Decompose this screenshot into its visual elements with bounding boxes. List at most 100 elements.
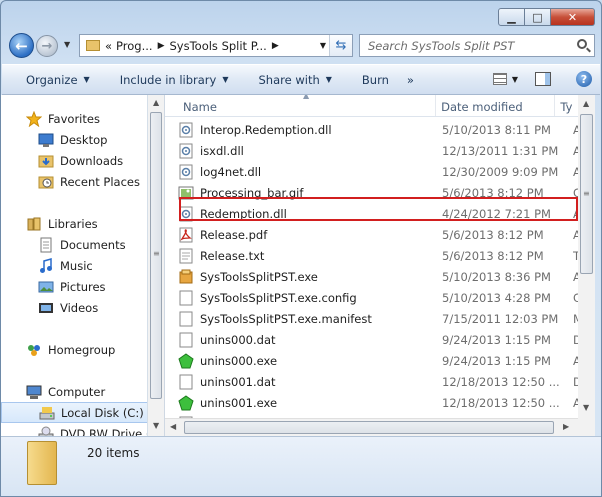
dll-icon bbox=[178, 206, 194, 222]
view-options-dropdown[interactable]: ▼ bbox=[512, 75, 518, 84]
file-row[interactable]: Interop.Redemption.dll 5/10/2013 8:11 PM A… bbox=[178, 119, 578, 140]
file-list-vertical-scrollbar[interactable]: ▲ ≡ ▼ bbox=[578, 95, 595, 436]
file-row[interactable]: Processing_bar.gif5/6/2013 8:12 PMGI bbox=[178, 182, 578, 203]
sidebar-item-local-disk-c[interactable]: Local Disk (C:) bbox=[1, 402, 147, 423]
forward-button[interactable]: → bbox=[36, 35, 58, 57]
forward-arrow-icon: → bbox=[41, 38, 53, 54]
file-row[interactable]: SysToolsSplitPST.exe.manifest 7/15/2011 1… bbox=[178, 308, 578, 329]
sidebar-item-computer[interactable]: Computer bbox=[1, 381, 147, 402]
organize-label: Organize bbox=[26, 72, 78, 87]
exe-app-icon bbox=[178, 269, 194, 285]
sidebar-item-libraries[interactable]: Libraries bbox=[1, 213, 147, 234]
search-input[interactable] bbox=[368, 38, 594, 53]
file-row[interactable]: unins001.dat12/18/2013 12:50 ...DA bbox=[178, 371, 578, 392]
grip-icon: ≡ bbox=[583, 189, 590, 198]
file-row[interactable]: SysToolsSplitPST.exe.config 5/10/2013 4:2… bbox=[178, 287, 578, 308]
sidebar-item-videos[interactable]: Videos bbox=[1, 297, 147, 318]
more-commands-button[interactable]: » bbox=[399, 73, 424, 87]
minimize-button[interactable]: ▁ bbox=[498, 8, 525, 26]
sidebar-item-recent-places[interactable]: Recent Places bbox=[1, 171, 147, 192]
file-row[interactable]: Redemption.dll4/24/2012 7:21 PMAp bbox=[178, 203, 578, 224]
sidebar-item-downloads[interactable]: Downloads bbox=[1, 150, 147, 171]
scroll-right-icon[interactable]: ▶ bbox=[563, 422, 569, 431]
close-button[interactable]: ✕ bbox=[551, 8, 595, 26]
column-headers: ▲ Name Date modified Ty bbox=[165, 95, 578, 117]
navigation-scroll-thumb[interactable]: ≡ bbox=[150, 112, 162, 399]
item-count: 20 items bbox=[87, 446, 140, 460]
maximize-button[interactable]: □ bbox=[525, 8, 551, 26]
pdf-icon bbox=[178, 227, 194, 243]
breadcrumb-current-folder[interactable]: SysTools Split P... bbox=[169, 39, 266, 53]
file-name: SysToolsSplitPST.exe bbox=[200, 269, 318, 284]
scroll-down-icon[interactable]: ▼ bbox=[583, 403, 589, 412]
breadcrumb-separator-icon[interactable]: ▶ bbox=[158, 41, 165, 51]
file-date-modified: 7/15/2011 12:03 PM bbox=[442, 311, 559, 326]
organize-button[interactable]: Organize ▼ bbox=[2, 73, 100, 87]
scroll-left-icon[interactable]: ◀ bbox=[170, 422, 176, 431]
sidebar-item-label: Favorites bbox=[48, 111, 100, 126]
breadcrumb-overflow[interactable]: « bbox=[105, 39, 112, 53]
search-icon[interactable] bbox=[577, 39, 587, 49]
toolbar-right: ▼ ? bbox=[492, 71, 592, 87]
share-with-button[interactable]: Share with ▼ bbox=[239, 73, 342, 87]
burn-button[interactable]: Burn bbox=[342, 73, 399, 87]
column-header-type[interactable]: Ty bbox=[555, 95, 578, 116]
column-header-date-modified[interactable]: Date modified bbox=[436, 95, 556, 116]
file-row[interactable]: unins000.exe9/24/2013 1:15 PMAp bbox=[178, 350, 578, 371]
file-row[interactable]: unins001.exe12/18/2013 12:50 ...Ap bbox=[178, 392, 578, 413]
file-row[interactable]: Release.txt5/6/2013 8:12 PMTe bbox=[178, 245, 578, 266]
file-row[interactable]: Release.pdf5/6/2013 8:12 PMAc bbox=[178, 224, 578, 245]
sidebar-item-label: Local Disk (C:) bbox=[61, 405, 144, 420]
file-row[interactable]: isxdl.dll12/13/2011 1:31 PMAp bbox=[178, 140, 578, 161]
file-name: SysToolsSplitPST.exe.config bbox=[200, 290, 357, 305]
file-date-modified: 12/13/2011 1:31 PM bbox=[442, 143, 559, 158]
window-controls: ▁ □ ✕ bbox=[498, 8, 595, 26]
refresh-icon: ⇆ bbox=[335, 38, 347, 53]
sidebar-item-documents[interactable]: Documents bbox=[1, 234, 147, 255]
scroll-up-icon[interactable]: ▲ bbox=[583, 99, 589, 108]
file-row[interactable]: log4net.dll12/30/2009 9:09 PMAp bbox=[178, 161, 578, 182]
navigation-pane-scrollbar[interactable]: ▲ ≡ ▼ bbox=[148, 95, 165, 436]
address-history-dropdown[interactable]: ▼ bbox=[320, 41, 326, 50]
sidebar-item-label: Recent Places bbox=[60, 174, 140, 189]
pictures-icon bbox=[38, 279, 54, 295]
file-date-modified: 5/6/2013 8:12 PM bbox=[442, 185, 544, 200]
sidebar-item-homegroup[interactable]: Homegroup bbox=[1, 339, 147, 360]
sidebar-item-label: Libraries bbox=[48, 216, 98, 231]
music-icon bbox=[38, 257, 54, 274]
sidebar-item-pictures[interactable]: Pictures bbox=[1, 276, 147, 297]
file-name: unins001.exe bbox=[200, 395, 278, 410]
scroll-up-icon[interactable]: ▲ bbox=[153, 98, 159, 107]
include-in-library-button[interactable]: Include in library ▼ bbox=[100, 73, 239, 87]
file-row[interactable]: SysToolsSplitPST.exe5/10/2013 8:36 PMAp bbox=[178, 266, 578, 287]
breadcrumb-program-files[interactable]: Prog... bbox=[116, 39, 153, 53]
help-icon[interactable]: ? bbox=[576, 71, 592, 87]
chevron-down-icon: ▼ bbox=[83, 75, 90, 84]
column-header-name[interactable]: Name bbox=[165, 95, 437, 116]
back-button[interactable]: ← bbox=[9, 33, 34, 58]
vertical-scroll-thumb[interactable]: ≡ bbox=[580, 114, 593, 274]
address-bar[interactable]: « Prog... ▶ SysTools Split P... ▶ ▼ ⇆ bbox=[79, 34, 353, 57]
sidebar-item-label: Desktop bbox=[60, 132, 108, 147]
file-date-modified: 4/24/2012 7:21 PM bbox=[442, 206, 551, 221]
change-view-icon[interactable] bbox=[492, 73, 507, 85]
horizontal-scroll-thumb[interactable] bbox=[184, 421, 554, 434]
star-icon bbox=[25, 110, 43, 127]
chevron-down-icon: ▼ bbox=[325, 75, 332, 84]
preview-pane-icon[interactable] bbox=[535, 72, 551, 86]
recent-pages-dropdown[interactable]: ▼ bbox=[64, 40, 70, 49]
sidebar-item-desktop[interactable]: Desktop bbox=[1, 129, 147, 150]
scroll-down-icon[interactable]: ▼ bbox=[153, 421, 159, 430]
homegroup-icon bbox=[26, 342, 42, 358]
sidebar-item-label: Computer bbox=[48, 384, 106, 399]
sidebar-item-dvd-rw-drive-d[interactable]: DVD RW Drive (D bbox=[1, 423, 147, 436]
refresh-button[interactable]: ⇆ bbox=[329, 35, 352, 56]
sidebar-item-music[interactable]: Music bbox=[1, 255, 147, 276]
sidebar-item-favorites[interactable]: Favorites bbox=[1, 108, 147, 129]
sidebar-item-label: Documents bbox=[60, 237, 126, 252]
documents-icon bbox=[38, 237, 54, 253]
dll-icon bbox=[178, 164, 194, 180]
breadcrumb-separator-icon[interactable]: ▶ bbox=[272, 41, 279, 51]
file-row[interactable]: unins000.dat9/24/2013 1:15 PMDA bbox=[178, 329, 578, 350]
file-list-horizontal-scrollbar[interactable]: ◀ ▶ bbox=[165, 418, 578, 436]
